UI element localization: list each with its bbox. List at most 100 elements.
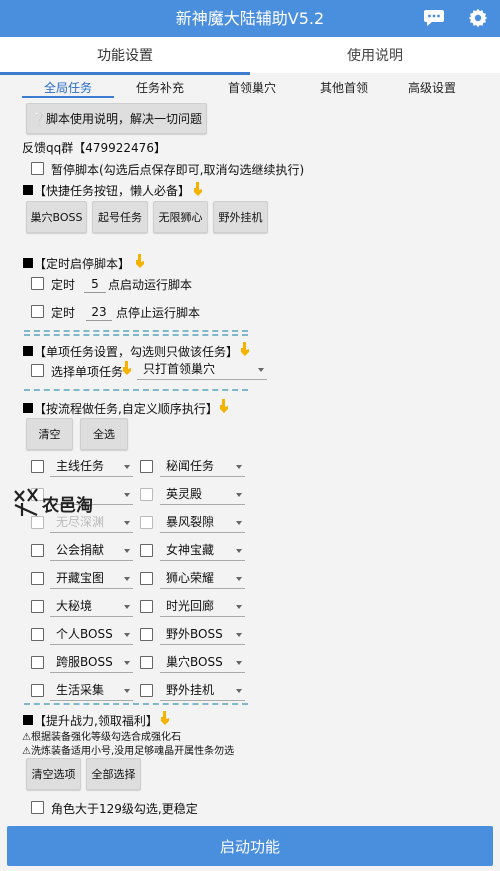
quick-starter-task-button[interactable]: 起号任务 <box>92 201 148 233</box>
flow-left-value: 开藏宝图 <box>56 571 105 585</box>
pause-checkbox[interactable] <box>31 162 44 175</box>
flow-right-checkbox[interactable] <box>140 544 153 557</box>
chevron-down-icon <box>258 368 264 372</box>
flow-right-select[interactable]: 狮心荣耀 <box>160 569 245 589</box>
flow-clear-button[interactable]: 清空 <box>26 418 73 450</box>
quick-infinite-lionheart-button[interactable]: 无限狮心 <box>153 201 208 233</box>
tab-instructions[interactable]: 使用说明 <box>250 37 500 73</box>
help-button[interactable]: ❔脚本使用说明，解决一切问题 <box>26 103 207 134</box>
single-task-checkbox[interactable] <box>31 364 44 377</box>
chevron-down-icon <box>236 633 242 637</box>
single-task-select[interactable]: 只打首领巢穴 <box>137 360 267 380</box>
flow-right-value: 女神宝藏 <box>166 543 215 557</box>
flow-select-all-button[interactable]: 全选 <box>80 418 128 450</box>
flow-left-value: 跨服BOSS <box>56 655 113 669</box>
chevron-down-icon <box>236 577 242 581</box>
flow-right-checkbox[interactable] <box>140 572 153 585</box>
chevron-down-icon <box>124 521 130 525</box>
flow-right-checkbox[interactable] <box>140 600 153 613</box>
flow-left-select[interactable]: 公会捐献 <box>50 541 133 561</box>
single-task-label: 选择单项任务 <box>51 365 124 379</box>
level-label: 角色大于129级勾选,更稳定 <box>51 802 198 816</box>
boost-clear-button[interactable]: 清空选项 <box>26 758 81 790</box>
flow-right-checkbox[interactable] <box>140 460 153 473</box>
chevron-down-icon <box>236 465 242 469</box>
timer-section-title: 【定时启停脚本】 <box>34 257 131 271</box>
flow-left-select[interactable]: 跨服BOSS <box>50 653 133 673</box>
flow-right-select[interactable]: 女神宝藏 <box>160 541 245 561</box>
flow-section-title: 【按流程做任务,自定义顺序执行】 <box>34 402 218 416</box>
chevron-down-icon <box>236 661 242 665</box>
flow-left-checkbox[interactable] <box>31 572 44 585</box>
flow-right-select[interactable]: 巢穴BOSS <box>160 653 245 673</box>
settings-button[interactable] <box>463 4 493 32</box>
flow-left-select[interactable]: 个人BOSS <box>50 625 133 645</box>
chevron-down-icon <box>236 549 242 553</box>
boost-select-all-button[interactable]: 全部选择 <box>86 758 141 790</box>
chevron-down-icon <box>236 493 242 497</box>
chevron-down-icon <box>124 465 130 469</box>
section-marker <box>23 258 33 268</box>
flow-right-checkbox[interactable] <box>140 488 153 501</box>
timer-stop-hour-input[interactable]: 23 <box>86 303 112 321</box>
flow-left-value: 个人BOSS <box>56 627 113 641</box>
flow-right-select[interactable]: 秘闻任务 <box>160 457 245 477</box>
flow-left-value: 生活采集 <box>56 683 105 697</box>
flow-left-select[interactable]: 主线任务 <box>50 457 133 477</box>
boost-note-refine: ⚠洗炼装备适用小号,没用足够魂晶开属性条勿选 <box>22 746 235 757</box>
subtab-boss-lair[interactable]: 首领巢穴 <box>206 78 298 100</box>
tab-function-settings[interactable]: 功能设置 <box>0 37 250 73</box>
subtab-task-supplement[interactable]: 任务补充 <box>114 78 206 100</box>
flow-right-select[interactable]: 英灵殿 <box>160 485 245 505</box>
flow-left-checkbox[interactable] <box>31 684 44 697</box>
pause-label: 暂停脚本(勾选后点保存即可,取消勾选继续执行) <box>51 163 305 177</box>
pointing-hand-icon <box>194 182 202 196</box>
chevron-down-icon <box>124 689 130 693</box>
flow-left-value: 无尽深渊 <box>56 515 105 529</box>
pointing-hand-icon <box>241 342 249 356</box>
gear-icon <box>468 8 488 28</box>
divider <box>24 330 248 332</box>
subtab-other-bosses[interactable]: 其他首领 <box>298 78 390 100</box>
flow-right-checkbox[interactable] <box>140 516 153 529</box>
divider <box>24 334 248 336</box>
chevron-down-icon <box>124 577 130 581</box>
timer-stop-checkbox[interactable] <box>31 305 44 318</box>
subtab-indicator <box>22 96 114 98</box>
chevron-down-icon <box>124 605 130 609</box>
start-function-button[interactable]: 启动功能 <box>7 826 493 866</box>
subtab-advanced[interactable]: 高级设置 <box>386 78 478 100</box>
chevron-down-icon <box>124 549 130 553</box>
quick-boss-lair-button[interactable]: 巢穴BOSS <box>26 201 87 233</box>
quick-field-afk-button[interactable]: 野外挂机 <box>213 201 268 233</box>
flow-left-select[interactable]: 大秘境 <box>50 597 133 617</box>
timer-start-hour-input[interactable]: 5 <box>84 275 106 293</box>
flow-right-checkbox[interactable] <box>140 684 153 697</box>
chat-icon <box>424 10 444 26</box>
flow-left-checkbox[interactable] <box>31 516 44 529</box>
timer-stop-suffix: 点停止运行脚本 <box>116 306 201 320</box>
flow-left-select[interactable]: 开藏宝图 <box>50 569 133 589</box>
main-tabs: 功能设置 使用说明 <box>0 37 500 73</box>
flow-left-checkbox[interactable] <box>31 544 44 557</box>
boost-section-title: 【提升战力,领取福利】 <box>34 714 158 728</box>
section-marker <box>23 185 33 195</box>
timer-start-checkbox[interactable] <box>31 277 44 290</box>
flow-left-checkbox[interactable] <box>31 628 44 641</box>
flow-right-select[interactable]: 野外BOSS <box>160 625 245 645</box>
flow-left-checkbox[interactable] <box>31 460 44 473</box>
flow-left-checkbox[interactable] <box>31 600 44 613</box>
flow-right-checkbox[interactable] <box>140 628 153 641</box>
section-marker <box>23 715 33 725</box>
chat-button[interactable] <box>419 4 449 32</box>
flow-left-select[interactable]: 生活采集 <box>50 681 133 701</box>
single-section-title: 【单项任务设置，勾选则只做该任务】 <box>34 345 239 359</box>
flow-right-select[interactable]: 时光回廊 <box>160 597 245 617</box>
level-checkbox[interactable] <box>31 801 44 814</box>
flow-right-select[interactable]: 野外挂机 <box>160 681 245 701</box>
flow-left-checkbox[interactable] <box>31 656 44 669</box>
flow-right-select[interactable]: 暴风裂隙 <box>160 513 245 533</box>
flow-right-checkbox[interactable] <box>140 656 153 669</box>
section-marker <box>23 346 33 356</box>
title-bar: 新神魔大陆辅助V5.2 <box>0 0 500 37</box>
